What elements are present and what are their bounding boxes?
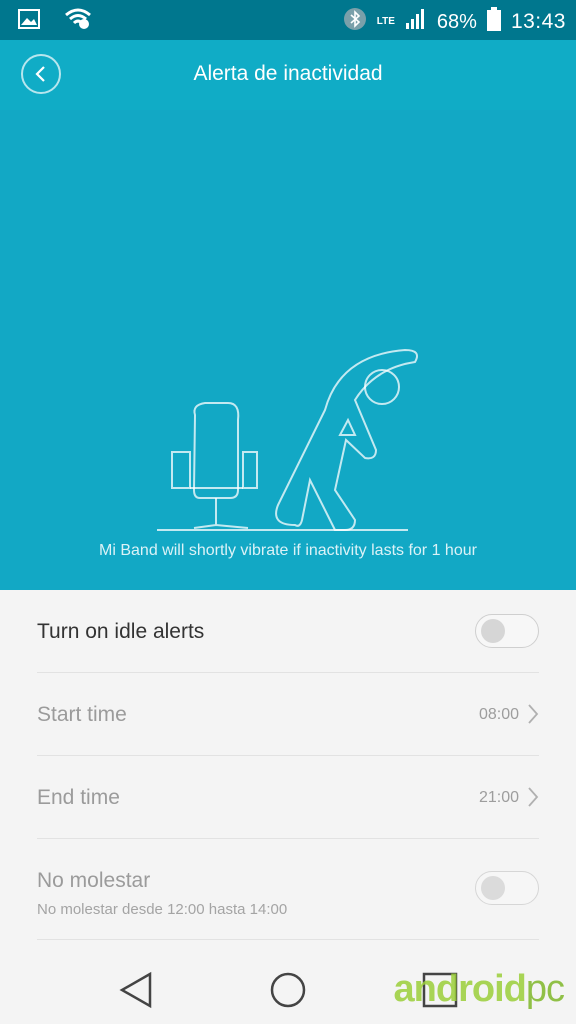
back-nav-icon[interactable] [116, 970, 156, 1010]
settings-list: Turn on idle alerts Start time 08:00 End… [0, 590, 576, 940]
signal-icon [405, 8, 427, 36]
idle-alerts-row[interactable]: Turn on idle alerts [37, 590, 539, 673]
bluetooth-icon [343, 7, 367, 37]
page-title: Alerta de inactividad [193, 62, 383, 85]
chair-stretch-illustration [157, 348, 418, 531]
home-nav-icon[interactable] [268, 970, 308, 1010]
start-time-label: Start time [37, 703, 127, 726]
hero-description: Mi Band will shortly vibrate if inactivi… [99, 542, 477, 559]
watermark-logo: androidpc [393, 968, 565, 1011]
watermark-part1: android [393, 968, 527, 1010]
status-time: 13:43 [510, 10, 566, 33]
end-time-row[interactable]: End time 21:00 [37, 756, 539, 839]
chevron-right-icon [528, 704, 539, 724]
do-not-disturb-row[interactable]: No molestar No molestar desde 12:00 hast… [37, 839, 539, 940]
do-not-disturb-sublabel: No molestar desde 12:00 hasta 14:00 [37, 901, 288, 918]
idle-alerts-label: Turn on idle alerts [37, 620, 205, 643]
gallery-icon [18, 9, 40, 34]
idle-alerts-toggle[interactable] [475, 614, 539, 648]
do-not-disturb-label: No molestar [37, 869, 151, 892]
toggle-knob [481, 876, 505, 900]
hero-banner: Mi Band will shortly vibrate if inactivi… [0, 110, 576, 590]
app-header: Alerta de inactividad [0, 40, 576, 110]
battery-percent: 68% [436, 10, 477, 33]
wifi-icon [64, 8, 92, 35]
end-time-label: End time [37, 786, 120, 809]
toggle-knob [481, 619, 505, 643]
start-time-row[interactable]: Start time 08:00 [37, 673, 539, 756]
lte-icon: LTE [376, 16, 395, 27]
start-time-value: 08:00 [478, 706, 519, 723]
end-time-value: 21:00 [478, 789, 519, 806]
status-bar: LTE 68% 13:43 [0, 0, 576, 40]
battery-icon [486, 7, 501, 37]
watermark-part2: pc [525, 968, 565, 1010]
do-not-disturb-toggle[interactable] [475, 871, 539, 905]
chevron-right-icon [528, 787, 539, 807]
